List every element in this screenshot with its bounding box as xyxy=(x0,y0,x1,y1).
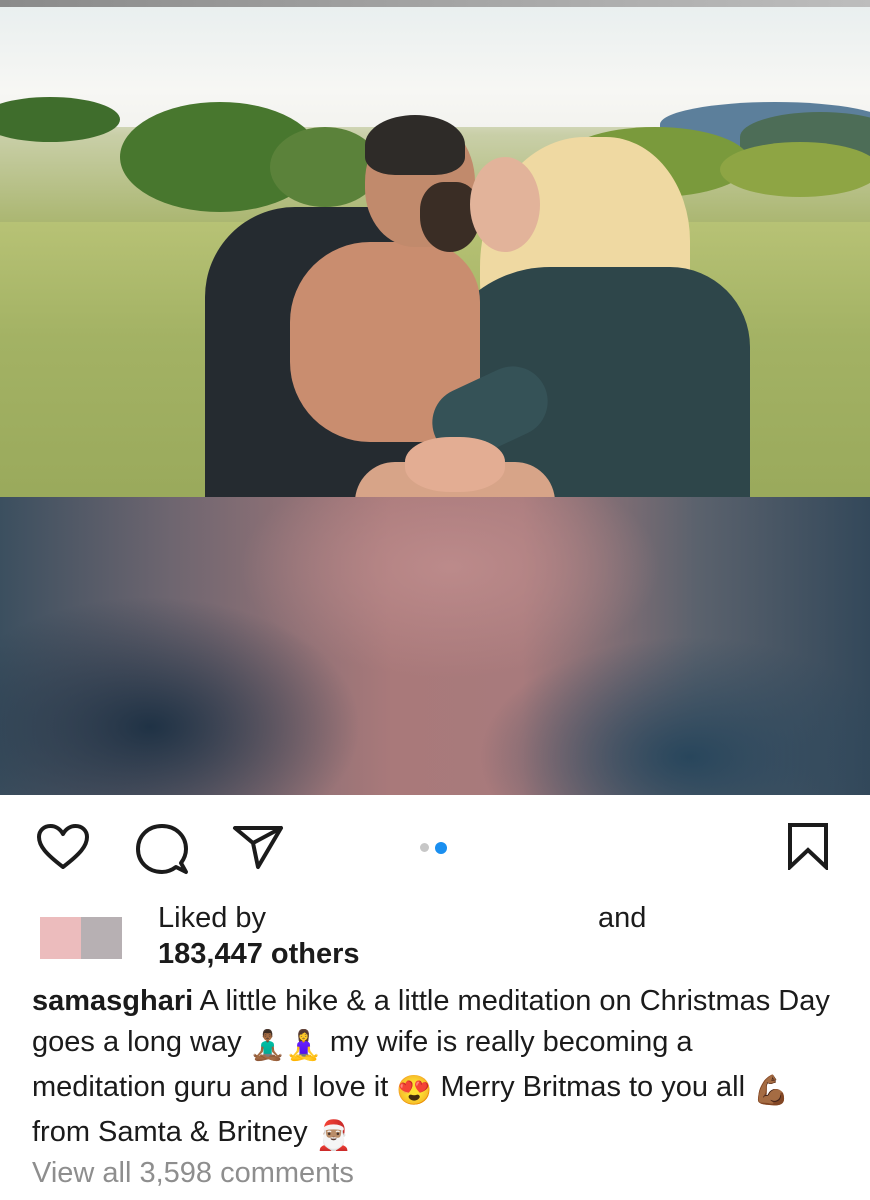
photo-bush xyxy=(0,97,120,142)
comment-bubble-icon[interactable] xyxy=(135,822,189,876)
heart-eyes-emoji: 😍 xyxy=(396,1075,433,1107)
man-meditating-emoji: 🧘🏾‍♂️ xyxy=(249,1030,286,1062)
top-scroll-bar xyxy=(0,0,870,7)
avatar xyxy=(81,917,122,959)
photo-woman-face xyxy=(470,157,540,252)
woman-meditating-emoji: 🧘‍♀️ xyxy=(285,1030,322,1062)
share-paper-plane-icon[interactable] xyxy=(232,824,284,870)
carousel-dot-active xyxy=(435,841,447,854)
avatar xyxy=(40,917,81,959)
view-all-comments-link[interactable]: View all 3,598 comments xyxy=(32,1155,354,1191)
carousel-indicator xyxy=(420,839,453,857)
liked-by-summary[interactable]: Liked by 183,447 others xyxy=(158,900,360,972)
caption-text: from Samta & Britney xyxy=(32,1116,316,1148)
liker-avatars[interactable] xyxy=(40,917,122,959)
photo-bush xyxy=(270,127,380,207)
photo-man-hair xyxy=(365,115,465,175)
liked-by-label: Liked by xyxy=(158,902,267,934)
post-caption: samasghari A little hike & a little medi… xyxy=(32,981,832,1157)
photo-bush xyxy=(720,142,870,197)
flexed-biceps-emoji: 💪🏾 xyxy=(753,1075,790,1107)
photo-hand xyxy=(405,437,505,492)
carousel-dot xyxy=(420,843,429,853)
save-bookmark-icon[interactable] xyxy=(787,822,829,870)
santa-emoji: 🎅🏽 xyxy=(315,1120,352,1152)
likes-count[interactable]: 183,447 others xyxy=(158,936,360,972)
like-heart-icon[interactable] xyxy=(36,823,90,871)
post-photo[interactable] xyxy=(0,7,870,497)
caption-text: Merry Britmas to you all xyxy=(432,1071,754,1103)
liked-by-and: and xyxy=(598,902,647,934)
blurred-photo-area xyxy=(0,497,870,795)
caption-username[interactable]: samasghari xyxy=(32,985,193,1017)
